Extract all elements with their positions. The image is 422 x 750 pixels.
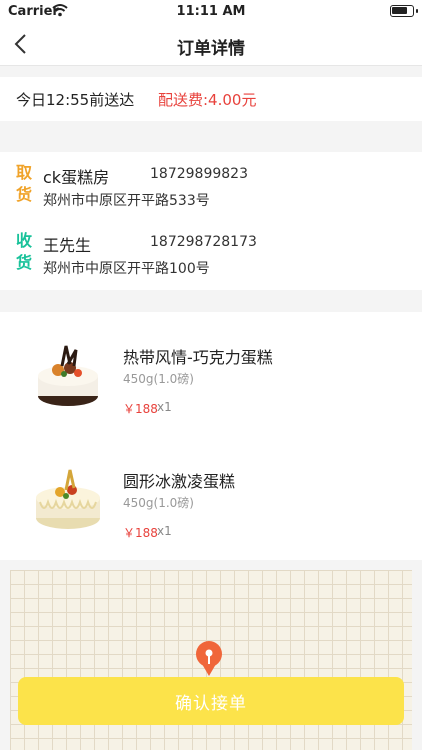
item-qty: x1 [157,524,172,538]
item-name: 热带风情-巧克力蛋糕 [123,348,273,367]
receive-address: 收 货 王先生 187298728173 郑州市中原区开平路100号 [0,230,422,286]
page-title: 订单详情 [177,39,245,59]
receive-name: 王先生 [43,236,92,255]
pickup-badge: 取 货 [16,163,33,204]
clock: 11:11 AM [176,4,246,19]
confirm-order-button[interactable]: 确认接单 [18,677,404,725]
pickup-name: ck蛋糕房 [43,168,110,187]
item-spec: 450g(1.0磅) [123,372,194,386]
address-card: 取 货 ck蛋糕房 18729899823 郑州市中原区开平路533号 收 货 … [0,152,422,290]
nav-bar: 订单详情 [0,24,422,66]
location-pin-icon [196,641,222,676]
delivery-fee: 配送费:4.00元 [158,91,257,109]
goods-list: 热带风情-巧克力蛋糕 450g(1.0磅) ￥188 x1 圆形冰激凌蛋糕 45… [0,312,422,560]
list-item[interactable]: 热带风情-巧克力蛋糕 450g(1.0磅) ￥188 x1 [0,322,422,434]
chocolate-cake-image [38,345,98,406]
pickup-street: 郑州市中原区开平路533号 [43,193,210,209]
item-spec: 450g(1.0磅) [123,496,194,510]
receive-street: 郑州市中原区开平路100号 [43,261,210,277]
item-qty: x1 [157,400,172,414]
item-price: ￥188 [123,526,158,540]
battery-icon [390,5,418,17]
receive-badge: 收 货 [16,231,33,272]
ice-cream-cake-image [36,469,100,529]
item-name: 圆形冰激凌蛋糕 [123,472,236,491]
status-bar: Carrier 11:11 AM [0,0,422,24]
receive-phone[interactable]: 187298728173 [150,234,257,250]
delivery-info: 今日12:55前送达 配送费:4.00元 [0,77,422,121]
item-price: ￥188 [123,402,158,416]
pickup-address: 取 货 ck蛋糕房 18729899823 郑州市中原区开平路533号 [0,162,422,218]
delivery-time: 今日12:55前送达 [16,91,135,109]
pickup-phone[interactable]: 18729899823 [150,166,248,182]
list-item[interactable]: 圆形冰激凌蛋糕 450g(1.0磅) ￥188 x1 [0,446,422,558]
